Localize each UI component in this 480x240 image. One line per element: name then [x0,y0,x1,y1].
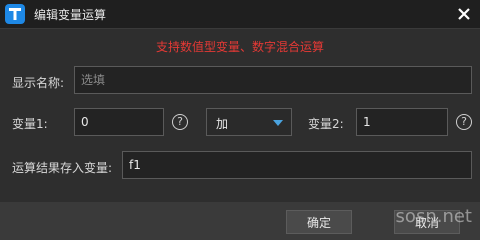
hint-text: 支持数值型变量、数字混合运算 [155,40,324,54]
edit-variable-operation-dialog: 编辑变量运算 支持数值型变量、数字混合运算 显示名称: 变量1: ? 加 变量2… [0,0,480,240]
var2-input[interactable] [356,108,448,136]
var1-input[interactable] [74,108,164,136]
ok-button[interactable]: 确定 [286,210,352,234]
footer-bar: 确定 取消 [0,202,480,240]
chevron-down-icon [273,120,283,126]
display-name-input[interactable] [74,66,472,94]
operator-value: 加 [216,117,229,131]
var2-help-icon[interactable]: ? [456,114,472,130]
window-title: 编辑变量运算 [34,8,107,22]
var1-help-icon[interactable]: ? [172,114,188,130]
var2-label: 变量2: [308,117,344,131]
cancel-button[interactable]: 取消 [394,210,460,234]
display-name-label: 显示名称: [12,76,65,90]
app-t-icon [5,4,25,24]
title-bar: 编辑变量运算 [0,0,480,29]
result-var-label: 运算结果存入变量: [12,161,113,175]
close-icon[interactable] [456,6,472,22]
result-var-input[interactable] [122,151,472,179]
var1-label: 变量1: [12,117,48,131]
operator-select[interactable]: 加 [206,108,292,136]
